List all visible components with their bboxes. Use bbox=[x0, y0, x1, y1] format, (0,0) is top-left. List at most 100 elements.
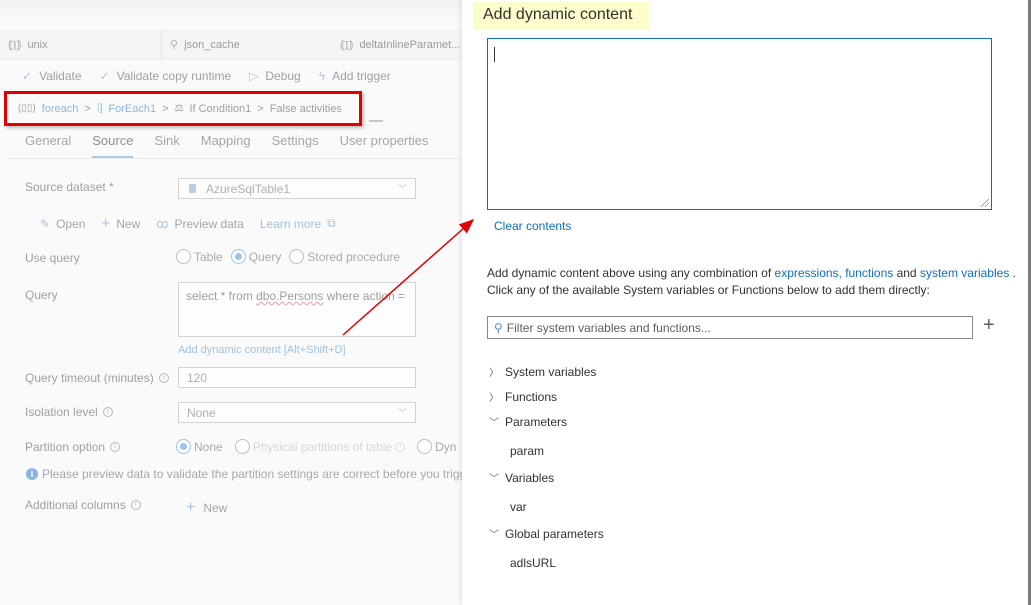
minimize-handle[interactable] bbox=[369, 120, 383, 122]
help-line-1: Add dynamic content above using any comb… bbox=[487, 265, 1016, 282]
help-text-part: and bbox=[893, 266, 920, 280]
glasses-icon: ꝏ bbox=[156, 216, 169, 231]
breadcrumb-separator: > bbox=[257, 102, 264, 115]
add-trigger-button[interactable]: ϟ Add trigger bbox=[319, 69, 391, 83]
tree-item-system-variables[interactable]: 〉 System variables bbox=[489, 364, 596, 380]
source-dataset-label-text: Source dataset * bbox=[25, 180, 114, 194]
add-trigger-label: Add trigger bbox=[332, 69, 391, 83]
info-icon[interactable]: i bbox=[158, 373, 169, 383]
tree-leaf-param[interactable]: param bbox=[510, 444, 544, 458]
new-dataset-button[interactable]: + New bbox=[101, 215, 140, 232]
radio-label: Query bbox=[248, 249, 282, 264]
sql-database-icon bbox=[189, 184, 196, 193]
debug-button[interactable]: ▷ Debug bbox=[249, 69, 301, 83]
pencil-icon: ✎ bbox=[40, 216, 51, 231]
tree-leaf-var[interactable]: var bbox=[510, 500, 527, 514]
chevron-right-icon: 〉 bbox=[489, 368, 499, 379]
lightning-icon: ϟ bbox=[318, 69, 326, 83]
radio-stored-procedure[interactable]: Stored procedure bbox=[289, 249, 400, 264]
query-timeout-label: Query timeout (minutes) i bbox=[25, 371, 169, 385]
system-variables-link[interactable]: system variables bbox=[920, 266, 1009, 280]
pipeline-tab[interactable]: (▯▯) deltaInlineParamet... bbox=[332, 29, 462, 60]
tree-item-label: Global parameters bbox=[505, 526, 604, 541]
query-textarea[interactable]: select * from dbo.Persons where action = bbox=[178, 282, 416, 337]
partition-radio-group: None Physical partitions of table i Dyn bbox=[176, 439, 456, 454]
tab-source[interactable]: Source bbox=[92, 133, 134, 158]
add-dynamic-content-link[interactable]: Add dynamic content [Alt+Shift+D] bbox=[178, 344, 346, 356]
query-text-misspelled: dbo.Persons bbox=[256, 289, 324, 303]
open-button[interactable]: ✎ Open bbox=[40, 215, 85, 232]
add-parameter-button[interactable]: + bbox=[983, 314, 995, 337]
tree-item-parameters[interactable]: ﹀ Parameters bbox=[489, 414, 567, 430]
radio-circle-selected bbox=[230, 249, 246, 264]
radio-query[interactable]: Query bbox=[230, 249, 282, 264]
learn-more-label: Learn more bbox=[259, 216, 322, 231]
radio-table[interactable]: Table bbox=[176, 249, 223, 264]
radio-circle bbox=[289, 249, 305, 264]
tree-item-global-parameters[interactable]: ﹀ Global parameters bbox=[489, 526, 604, 542]
property-tabs: General Source Sink Mapping Settings Use… bbox=[25, 133, 449, 158]
validate-button[interactable]: ✓ Validate bbox=[22, 69, 82, 83]
info-icon[interactable]: i bbox=[130, 500, 141, 510]
notice-text: Please preview data to validate the part… bbox=[42, 467, 462, 481]
breadcrumb-item-foreach[interactable]: foreach bbox=[42, 103, 79, 115]
chevron-down-icon: ﹀ bbox=[489, 418, 499, 429]
query-label-text: Query bbox=[25, 288, 58, 302]
isolation-level-select[interactable]: None ﹀ bbox=[178, 402, 416, 423]
additional-columns-label: Additional columns i bbox=[25, 498, 141, 512]
pipeline-tabs-bar: (▯▯) unix ⚲ json_cache (▯▯) deltaInlineP… bbox=[0, 29, 462, 60]
help-text-part: . bbox=[1009, 266, 1016, 280]
dataset-actions: ✎ Open + New ꝏ Preview data Learn more ⧉ bbox=[40, 215, 336, 232]
tree-item-functions[interactable]: 〉 Functions bbox=[489, 389, 558, 405]
play-icon: ▷ bbox=[249, 69, 259, 83]
validate-copy-runtime-button[interactable]: ✓ Validate copy runtime bbox=[100, 69, 232, 83]
expressions-functions-link[interactable]: expressions, functions bbox=[775, 266, 894, 280]
radio-physical-partitions: Physical partitions of table i bbox=[234, 439, 406, 454]
breadcrumb-item-if-condition: If Condition1 bbox=[189, 102, 252, 115]
tree-item-label: Functions bbox=[505, 389, 558, 404]
checkmark-icon: ✓ bbox=[99, 69, 110, 83]
use-query-label-text: Use query bbox=[25, 251, 80, 265]
radio-partition-none[interactable]: None bbox=[176, 439, 223, 454]
isolation-level-label-text: Isolation level bbox=[25, 405, 98, 419]
add-column-button[interactable]: + New bbox=[186, 499, 227, 517]
tab-general[interactable]: General bbox=[25, 133, 71, 158]
tabs-divider bbox=[8, 158, 462, 159]
tab-settings[interactable]: Settings bbox=[272, 133, 319, 158]
breadcrumb-separator: > bbox=[162, 102, 169, 115]
preview-data-button[interactable]: ꝏ Preview data bbox=[156, 215, 244, 232]
source-dataset-select[interactable]: AzureSqlTable1 ﹀ bbox=[178, 178, 416, 199]
pipeline-tab[interactable]: ⚲ json_cache bbox=[162, 29, 332, 60]
chevron-down-icon: ﹀ bbox=[489, 474, 499, 485]
pipeline-icon: (▯▯) bbox=[18, 103, 36, 114]
filter-placeholder: Filter system variables and functions... bbox=[506, 320, 711, 335]
breadcrumb-item-false-activities: False activities bbox=[269, 102, 342, 115]
radio-circle bbox=[176, 249, 191, 264]
chevron-right-icon: 〉 bbox=[489, 393, 499, 404]
radio-dynamic-range[interactable]: Dyn bbox=[417, 439, 456, 454]
help-text-part: Add dynamic content above using any comb… bbox=[487, 266, 775, 280]
breadcrumb-item-foreach1[interactable]: ForEach1 bbox=[108, 103, 156, 115]
breadcrumb-separator: > bbox=[84, 102, 91, 115]
info-icon[interactable]: i bbox=[110, 442, 121, 452]
isolation-level-label: Isolation level i bbox=[25, 405, 113, 419]
expression-editor[interactable] bbox=[487, 38, 992, 210]
tab-user-properties[interactable]: User properties bbox=[340, 133, 429, 158]
tree-leaf-adlsurl[interactable]: adlsURL bbox=[510, 556, 556, 570]
chevron-down-icon: ﹀ bbox=[397, 184, 407, 194]
tree-item-label: Variables bbox=[505, 470, 555, 485]
filter-input[interactable]: ⚲ Filter system variables and functions.… bbox=[487, 316, 973, 339]
learn-more-link[interactable]: Learn more ⧉ bbox=[260, 215, 336, 232]
pipeline-tab[interactable]: (▯▯) unix bbox=[0, 29, 162, 60]
open-label: Open bbox=[56, 216, 86, 231]
info-icon[interactable]: i bbox=[102, 407, 113, 417]
pipeline-toolbar: ✓ Validate ✓ Validate copy runtime ▷ Deb… bbox=[0, 62, 462, 90]
pipeline-tab-label: json_cache bbox=[184, 38, 240, 51]
tree-item-variables[interactable]: ﹀ Variables bbox=[489, 470, 555, 486]
resize-grip-icon[interactable] bbox=[981, 199, 989, 207]
tab-mapping[interactable]: Mapping bbox=[201, 133, 251, 158]
help-line-2: Click any of the available System variab… bbox=[487, 283, 930, 297]
tab-sink[interactable]: Sink bbox=[154, 133, 179, 158]
clear-contents-link[interactable]: Clear contents bbox=[494, 219, 571, 233]
query-timeout-input[interactable]: 120 bbox=[178, 367, 416, 388]
